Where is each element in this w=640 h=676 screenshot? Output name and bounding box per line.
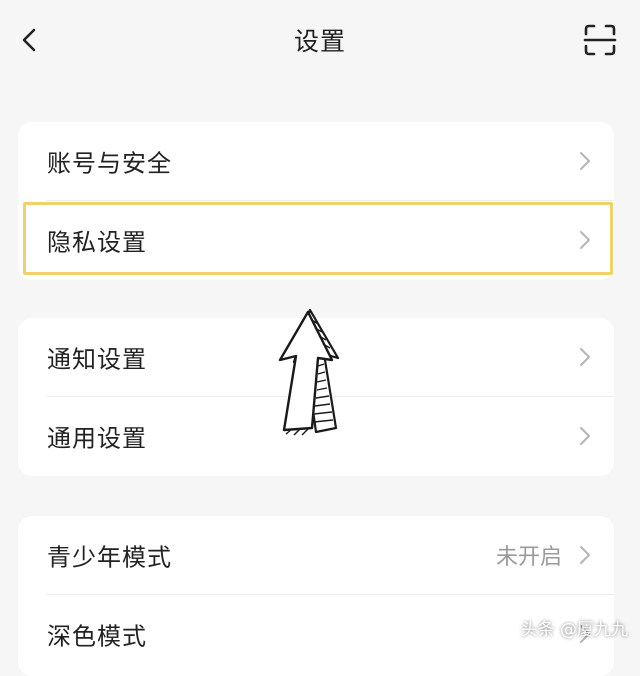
chevron-right-icon xyxy=(580,231,590,249)
settings-item-privacy[interactable]: 隐私设置 xyxy=(18,201,614,279)
scan-icon[interactable] xyxy=(583,23,617,57)
watermark: 头条 @厦九九 xyxy=(520,620,628,640)
chevron-right-icon xyxy=(580,152,590,170)
chevron-right-icon xyxy=(580,348,590,366)
page-title: 设置 xyxy=(293,27,346,56)
settings-item-label: 隐私设置 xyxy=(47,228,147,257)
settings-item-label: 通用设置 xyxy=(47,424,147,453)
chevron-right-icon xyxy=(580,546,590,564)
settings-group-modes: 青少年模式 未开启 深色模式 xyxy=(18,516,614,676)
settings-item-label: 深色模式 xyxy=(47,622,147,651)
hand-drawn-up-arrow-icon xyxy=(278,308,340,436)
chevron-right-icon xyxy=(580,427,590,445)
settings-item-label: 通知设置 xyxy=(47,345,147,374)
top-bar: 设置 xyxy=(0,0,640,80)
settings-item-account-security[interactable]: 账号与安全 xyxy=(18,122,614,200)
teen-mode-status: 未开启 xyxy=(495,545,562,570)
settings-group-account: 账号与安全 隐私设置 xyxy=(18,122,614,280)
settings-item-label: 青少年模式 xyxy=(47,543,172,572)
settings-item-teen-mode[interactable]: 青少年模式 未开启 xyxy=(18,516,614,594)
settings-item-label: 账号与安全 xyxy=(47,149,172,178)
